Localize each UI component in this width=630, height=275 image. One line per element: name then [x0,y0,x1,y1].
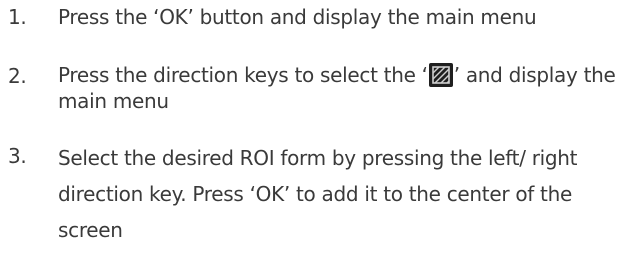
step-number: 2. [8,64,27,88]
step-text: Press the ‘OK’ button and display the ma… [58,5,537,29]
step-number: 1. [8,5,27,29]
step-text: Press the direction keys to select the ‘… [58,62,624,114]
step-number: 3. [8,144,27,168]
instruction-steps: 1. Press the ‘OK’ button and display the… [0,0,630,275]
step-text: Select the desired ROI form by pressing … [58,146,578,242]
step-text-before-icon: Press the direction keys to select the ‘ [58,63,428,87]
roi-hatched-square-icon [428,63,453,87]
